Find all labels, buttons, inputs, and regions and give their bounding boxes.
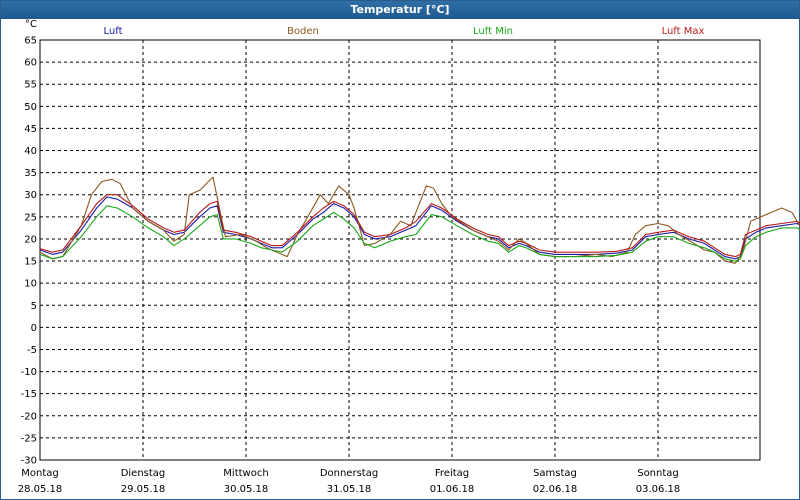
series-line xyxy=(39,196,800,260)
y-tick-label: 0 xyxy=(31,323,37,334)
x-tick-weekday: Donnerstag xyxy=(320,468,378,479)
y-tick-label: 10 xyxy=(24,279,37,290)
y-tick-label: 35 xyxy=(24,168,37,179)
y-tick-label: -5 xyxy=(27,345,37,356)
legend-entry: Luft Max xyxy=(662,26,705,37)
y-tick-label: -20 xyxy=(21,411,37,422)
x-tick-date: 02.06.18 xyxy=(533,484,578,495)
x-tick-date: 03.06.18 xyxy=(636,484,681,495)
x-tick-weekday: Mittwoch xyxy=(223,468,268,479)
series-line xyxy=(39,205,800,262)
y-tick-label: 65 xyxy=(24,36,37,47)
y-tick-label: 15 xyxy=(24,257,37,268)
legend-entry: Luft Min xyxy=(473,26,513,37)
series-line xyxy=(39,194,800,258)
temperature-chart: 65605550454035302520151050-5-10-15-20-25… xyxy=(18,19,800,495)
x-tick-date: 31.05.18 xyxy=(327,484,372,495)
y-tick-label: 50 xyxy=(24,102,37,113)
x-tick-weekday: Dienstag xyxy=(121,468,166,479)
x-tick-weekday: Samstag xyxy=(533,468,577,479)
x-tick-date: 28.05.18 xyxy=(18,484,63,495)
legend-entry: Boden xyxy=(287,26,319,37)
y-tick-label: 20 xyxy=(24,234,37,245)
x-tick-weekday: Freitag xyxy=(435,468,469,479)
y-unit-label: °C xyxy=(25,19,37,30)
y-tick-label: -15 xyxy=(21,389,37,400)
x-tick-weekday: Sonntag xyxy=(637,468,679,479)
y-tick-label: 5 xyxy=(31,301,37,312)
y-tick-label: 25 xyxy=(24,212,37,223)
x-tick-date: 29.05.18 xyxy=(121,484,166,495)
x-tick-date: 01.06.18 xyxy=(430,484,475,495)
y-tick-label: 40 xyxy=(24,146,37,157)
y-tick-label: 45 xyxy=(24,124,37,135)
x-tick-weekday: Montag xyxy=(21,468,58,479)
y-tick-label: -25 xyxy=(21,433,37,444)
y-tick-label: 30 xyxy=(24,190,37,201)
y-tick-label: 60 xyxy=(24,58,37,69)
x-tick-date: 30.05.18 xyxy=(224,484,269,495)
plot-frame xyxy=(39,39,761,461)
y-tick-label: -10 xyxy=(21,367,37,378)
legend-entry: Luft xyxy=(104,26,123,37)
y-tick-label: 55 xyxy=(24,80,37,91)
y-tick-label: -30 xyxy=(21,456,37,467)
